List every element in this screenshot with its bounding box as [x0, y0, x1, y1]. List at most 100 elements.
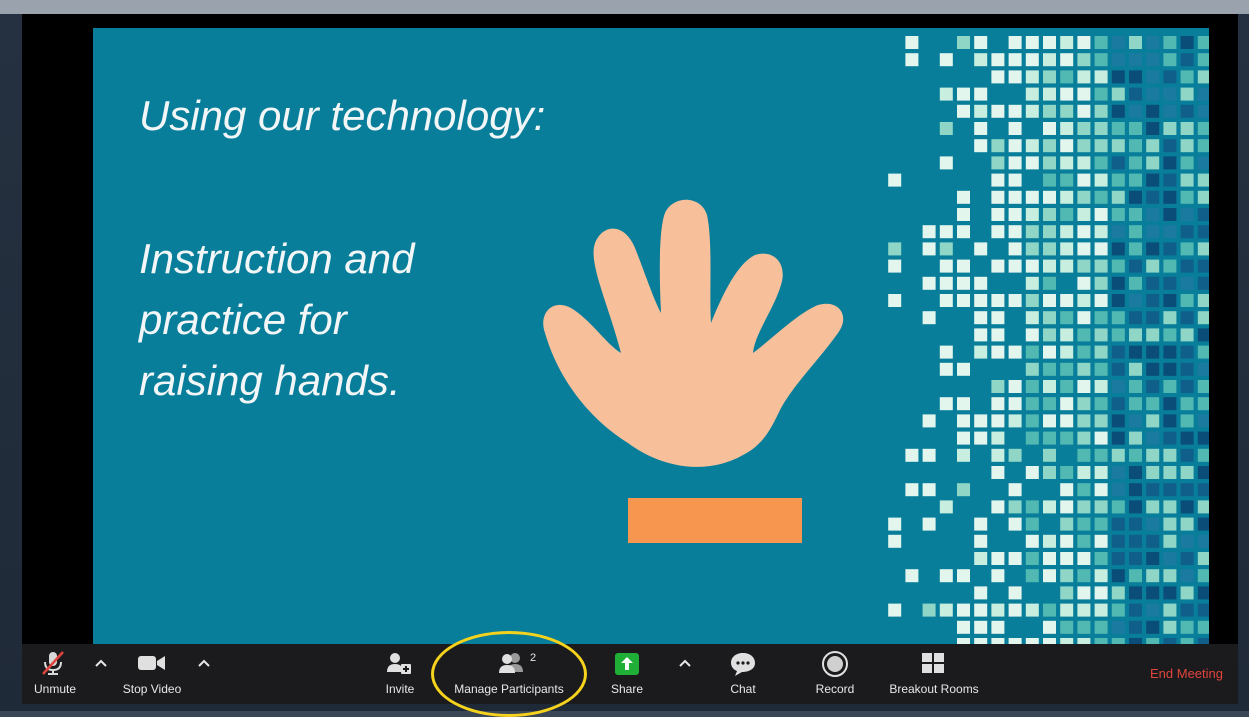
- mosaic-pixel: [1094, 380, 1108, 393]
- mosaic-pixel: [1163, 414, 1177, 428]
- mosaic-pixel: [922, 603, 936, 617]
- mosaic-pixel: [1008, 448, 1022, 462]
- mosaic-pixel: [1146, 603, 1160, 617]
- mosaic-pixel: [991, 104, 1005, 118]
- mosaic-pixel: [1180, 483, 1194, 497]
- mosaic-pixel: [1197, 36, 1209, 49]
- mosaic-pixel: [1197, 190, 1209, 204]
- mosaic-pixel: [1043, 122, 1056, 135]
- mosaic-pixel: [957, 104, 970, 118]
- mosaic-pixel: [1008, 586, 1022, 600]
- mosaic-pixel: [1146, 500, 1160, 514]
- mosaic-pixel: [1094, 517, 1108, 531]
- mosaic-pixel: [1060, 586, 1074, 600]
- mosaic-pixel: [1111, 139, 1125, 153]
- mosaic-pixel: [974, 586, 988, 600]
- mosaic-pixel: [1180, 448, 1194, 462]
- mosaic-pixel: [939, 294, 953, 307]
- mosaic-pixel: [1111, 603, 1125, 617]
- mosaic-pixel: [1025, 362, 1039, 376]
- mosaic-pixel: [991, 53, 1005, 67]
- record-button[interactable]: Record: [810, 644, 860, 704]
- end-meeting-button[interactable]: End Meeting: [1142, 644, 1234, 704]
- mosaic-pixel: [1043, 225, 1056, 239]
- mosaic-pixel: [1025, 242, 1039, 256]
- muted-microphone-icon: [42, 651, 64, 675]
- mosaic-pixel: [1180, 259, 1194, 273]
- mosaic-pixel: [1129, 70, 1142, 84]
- mosaic-pixel: [1163, 552, 1177, 565]
- unmute-button[interactable]: Unmute: [22, 644, 86, 704]
- mosaic-pixel: [1094, 552, 1108, 565]
- mosaic-pixel: [905, 36, 919, 49]
- audio-options-chevron-up-icon[interactable]: [92, 656, 110, 670]
- mosaic-pixel: [957, 397, 970, 411]
- manage-participants-button[interactable]: 2 Manage Participants: [442, 644, 578, 704]
- mosaic-pixel: [1077, 139, 1091, 153]
- mosaic-pixel: [1197, 483, 1209, 497]
- breakout-rooms-button[interactable]: Breakout Rooms: [878, 644, 988, 704]
- mosaic-pixel: [1129, 36, 1142, 49]
- mosaic-pixel: [1060, 36, 1074, 49]
- mosaic-pixel: [1077, 173, 1091, 187]
- mosaic-pixel: [974, 534, 988, 548]
- mosaic-pixel: [1163, 53, 1177, 67]
- mosaic-pixel: [974, 139, 988, 153]
- mosaic-pixel: [1146, 225, 1160, 239]
- mosaic-pixel: [1146, 380, 1160, 393]
- video-options-chevron-up-icon[interactable]: [195, 656, 213, 670]
- mosaic-pixel: [1008, 380, 1022, 393]
- mosaic-pixel: [1146, 242, 1160, 256]
- mosaic-pixel: [1060, 397, 1074, 411]
- mosaic-pixel: [905, 483, 919, 497]
- mosaic-pixel: [1163, 466, 1177, 479]
- mosaic-pixel: [1129, 552, 1142, 565]
- mosaic-pixel: [1077, 259, 1091, 273]
- mosaic-pixel: [1094, 208, 1108, 221]
- invite-button[interactable]: Invite: [374, 644, 424, 704]
- share-button[interactable]: Share: [602, 644, 652, 704]
- mosaic-pixel: [1146, 122, 1160, 135]
- mosaic-pixel: [1180, 466, 1194, 479]
- mosaic-pixel: [1180, 208, 1194, 221]
- stop-video-button[interactable]: Stop Video: [114, 644, 194, 704]
- mosaic-pixel: [1008, 483, 1022, 497]
- mosaic-pixel: [1111, 294, 1125, 307]
- mosaic-pixel: [1043, 500, 1056, 514]
- manage-participants-label: Manage Participants: [454, 682, 564, 696]
- mosaic-pixel: [1094, 500, 1108, 514]
- mosaic-pixel: [1180, 36, 1194, 49]
- mosaic-pixel: [1197, 328, 1209, 342]
- mosaic-pixel: [1077, 500, 1091, 514]
- mosaic-pixel: [888, 603, 902, 617]
- mosaic-pixel: [1043, 70, 1056, 84]
- mosaic-pixel: [1180, 414, 1194, 428]
- mosaic-pixel: [1043, 53, 1056, 67]
- mosaic-pixel: [1197, 500, 1209, 514]
- slide-body-line: Instruction and: [139, 235, 415, 282]
- mosaic-pixel: [1129, 242, 1142, 256]
- mosaic-pixel: [1180, 70, 1194, 84]
- mosaic-pixel: [974, 53, 988, 67]
- mosaic-pixel: [1197, 139, 1209, 153]
- mosaic-pixel: [1008, 104, 1022, 118]
- mosaic-pixel: [1197, 397, 1209, 411]
- mosaic-pixel: [1008, 242, 1022, 256]
- mosaic-pixel: [1008, 259, 1022, 273]
- slide-body: Instruction and practice for raising han…: [139, 228, 559, 411]
- share-options-chevron-up-icon[interactable]: [676, 656, 694, 670]
- mosaic-pixel: [1129, 466, 1142, 479]
- mosaic-pixel: [1180, 53, 1194, 67]
- mosaic-pixel: [939, 53, 953, 67]
- mosaic-pixel: [1197, 466, 1209, 479]
- mosaic-pixel: [1180, 586, 1194, 600]
- mosaic-pixel: [939, 242, 953, 256]
- mosaic-pixel: [1146, 190, 1160, 204]
- mosaic-pixel: [1180, 104, 1194, 118]
- mosaic-pixel: [922, 448, 936, 462]
- mosaic-pixel: [1008, 156, 1022, 170]
- mosaic-pixel: [1077, 87, 1091, 101]
- mosaic-pixel: [939, 345, 953, 359]
- chat-button[interactable]: Chat: [718, 644, 768, 704]
- participant-count-badge: 2: [530, 652, 537, 664]
